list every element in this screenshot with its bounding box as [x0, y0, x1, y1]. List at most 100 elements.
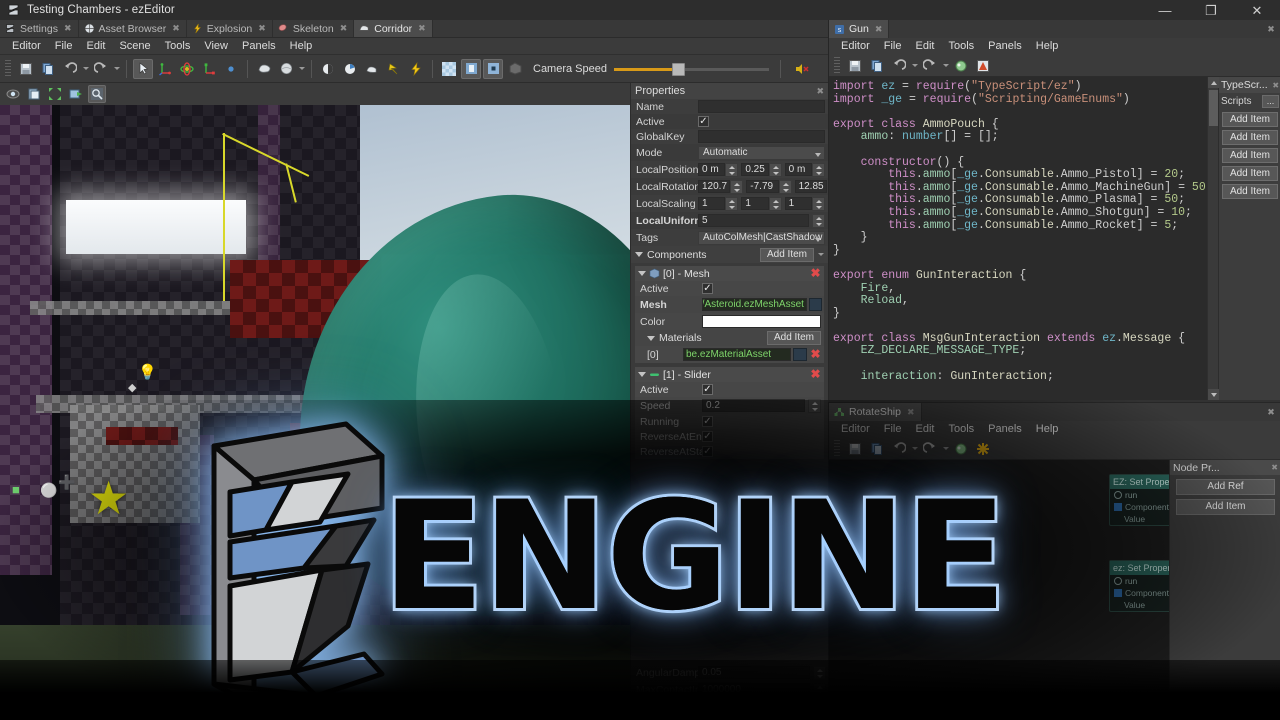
running-checkbox[interactable]: ✓ — [702, 416, 713, 427]
minimize-button[interactable]: — — [1142, 0, 1188, 20]
localscaling-z-stepper[interactable] — [811, 196, 825, 211]
close-icon[interactable]: ✖ — [816, 86, 824, 97]
mesh-gizmo[interactable]: ■ — [12, 483, 20, 496]
remove-material-button[interactable]: ✖ — [809, 348, 822, 361]
space-dropdown-icon[interactable] — [299, 67, 305, 70]
tags-select[interactable]: AutoColMesh|CastShadow — [698, 230, 825, 245]
localscaling-y-input[interactable]: 1 — [741, 196, 769, 210]
coin-gizmo[interactable]: ⚪ — [40, 483, 57, 497]
copy-icon[interactable] — [867, 56, 887, 76]
remove-component-button[interactable]: ✖ — [809, 267, 822, 280]
toolbar-grip[interactable] — [834, 56, 840, 75]
menu-file[interactable]: File — [877, 421, 909, 438]
menu-tools[interactable]: Tools — [158, 38, 198, 55]
close-icon[interactable]: ✖ — [258, 23, 266, 34]
copy-icon[interactable] — [38, 59, 58, 79]
menu-tools[interactable]: Tools — [941, 421, 981, 438]
drag-to-position-icon[interactable] — [221, 59, 241, 79]
play-icon[interactable] — [384, 59, 404, 79]
run-script-icon[interactable] — [973, 56, 993, 76]
menu-tools[interactable]: Tools — [941, 38, 981, 55]
menu-file[interactable]: File — [877, 38, 909, 55]
close-icon[interactable]: ✖ — [64, 23, 72, 34]
scene-viewport[interactable]: ★ 🌤 💡 ⚪ ■ ➕ ◆ — [0, 83, 630, 720]
localrotation-x-stepper[interactable] — [730, 179, 744, 194]
menu-view[interactable]: View — [197, 38, 235, 55]
localposition-z-input[interactable]: 0 m — [784, 162, 812, 176]
health-pack-gizmo[interactable]: ➕ — [58, 475, 75, 489]
local-space-icon[interactable] — [276, 59, 296, 79]
slider-handle[interactable] — [672, 62, 685, 76]
add-item-button[interactable]: Add Item — [1221, 184, 1279, 199]
localscaling-z-input[interactable]: 1 — [784, 196, 812, 210]
close-icon[interactable]: ✖ — [1262, 403, 1280, 421]
menu-editor[interactable]: Editor — [834, 38, 877, 55]
active-checkbox[interactable]: ✓ — [698, 116, 709, 127]
scroll-up-icon[interactable] — [1208, 77, 1220, 88]
redo-icon[interactable] — [920, 56, 940, 76]
localscaling-y-stepper[interactable] — [768, 196, 782, 211]
remove-component-button[interactable]: ✖ — [809, 368, 822, 381]
close-icon[interactable]: ✖ — [1262, 20, 1280, 38]
menu-editor[interactable]: Editor — [834, 421, 877, 438]
redo-icon[interactable] — [920, 439, 940, 459]
speed-input[interactable]: 0.2 — [702, 399, 805, 412]
world-space-icon[interactable] — [254, 59, 274, 79]
scrollbar-thumb[interactable] — [1209, 90, 1219, 126]
viewport-render-surface[interactable]: ★ 🌤 💡 ⚪ ■ ➕ ◆ — [0, 105, 630, 720]
materials-section-header[interactable]: Materials Add Item — [635, 330, 824, 346]
camera-speed-slider[interactable] — [614, 62, 769, 76]
tab-settings[interactable]: Settings ✖ — [0, 20, 79, 37]
pick-transparent-icon[interactable] — [88, 85, 106, 103]
menu-scene[interactable]: Scene — [112, 38, 157, 55]
close-icon[interactable]: ✖ — [875, 24, 883, 35]
add-item-button[interactable]: Add Item — [1176, 499, 1275, 515]
name-input[interactable] — [698, 100, 825, 113]
localrotation-z-input[interactable]: 12.85 — [794, 179, 827, 193]
mesh-asset-input[interactable]: s/Asteroid.ezMeshAsset — [702, 298, 807, 311]
toolbar-grip[interactable] — [834, 439, 840, 458]
globalkey-input[interactable] — [698, 130, 825, 143]
render-mode-icon[interactable] — [4, 85, 22, 103]
mode-select[interactable]: Automatic — [698, 145, 825, 160]
simulate-icon[interactable] — [406, 59, 426, 79]
chevron-down-icon[interactable] — [818, 253, 824, 256]
snap-object-icon[interactable] — [362, 59, 382, 79]
close-icon[interactable]: ✖ — [172, 23, 180, 34]
select-cursor-icon[interactable] — [133, 58, 153, 79]
localrotation-x-input[interactable]: 120.7 — [698, 179, 731, 193]
reverseatend-checkbox[interactable]: ✓ — [702, 431, 713, 442]
menu-panels[interactable]: Panels — [235, 38, 283, 55]
undo-dropdown-icon[interactable] — [83, 67, 89, 70]
angulardamping-input[interactable]: 0.05 — [698, 666, 810, 679]
undo-dropdown-icon[interactable] — [912, 447, 918, 450]
code-editor-area[interactable]: import ez = require("TypeScript/ez") imp… — [829, 77, 1280, 400]
localposition-z-stepper[interactable] — [811, 162, 825, 177]
menu-file[interactable]: File — [48, 38, 80, 55]
menu-edit[interactable]: Edit — [908, 421, 941, 438]
localposition-x-stepper[interactable] — [725, 162, 739, 177]
localrotation-y-stepper[interactable] — [778, 179, 792, 194]
tab-explosion[interactable]: Explosion ✖ — [186, 20, 273, 37]
redo-dropdown-icon[interactable] — [114, 67, 120, 70]
typescript-code[interactable]: import ez = require("TypeScript/ez") imp… — [829, 77, 1208, 400]
snap-grid-icon[interactable] — [318, 59, 338, 79]
add-item-button[interactable]: Add Item — [1221, 130, 1279, 145]
save-icon[interactable] — [845, 56, 865, 76]
reverseatstart-checkbox[interactable]: ✓ — [702, 446, 713, 457]
redo-dropdown-icon[interactable] — [943, 64, 949, 67]
snap-angle-icon[interactable] — [340, 59, 360, 79]
input-pin[interactable] — [1114, 577, 1122, 585]
localuniformscaling-stepper[interactable] — [812, 213, 825, 228]
add-ref-button[interactable]: Add Ref — [1176, 479, 1275, 495]
add-item-button[interactable]: Add Item — [1221, 166, 1279, 181]
star-gizmo[interactable]: ★ — [88, 475, 129, 521]
maximize-button[interactable]: ❐ — [1188, 0, 1234, 20]
menu-help[interactable]: Help — [283, 38, 320, 55]
scroll-down-icon[interactable] — [1208, 389, 1220, 400]
close-icon[interactable]: ✖ — [907, 407, 915, 418]
material-asset-input[interactable]: be.ezMaterialAsset — [683, 348, 791, 361]
mesh-active-checkbox[interactable]: ✓ — [702, 283, 713, 294]
visual-script-canvas[interactable]: EZ: Set Property: Rotate run then Compon… — [829, 460, 1280, 720]
undo-icon[interactable] — [60, 59, 80, 79]
